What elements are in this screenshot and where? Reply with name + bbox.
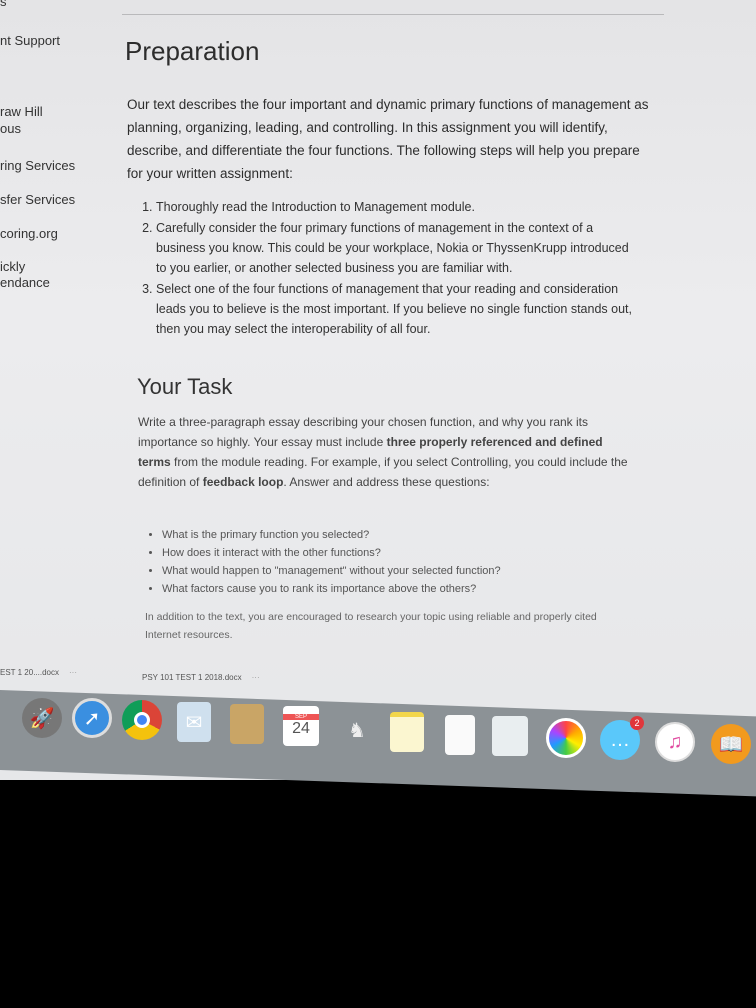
questions-list: What is the primary function you selecte… bbox=[148, 526, 598, 598]
notes-icon[interactable] bbox=[390, 712, 424, 752]
messages-icon[interactable]: … 2 bbox=[600, 716, 644, 760]
photos-icon[interactable] bbox=[546, 718, 586, 758]
steps-list: Thoroughly read the Introduction to Mana… bbox=[136, 197, 636, 340]
preview-icon[interactable] bbox=[492, 716, 528, 756]
footer-note: In addition to the text, you are encoura… bbox=[145, 611, 597, 641]
question-item: What factors cause you to rank its impor… bbox=[162, 580, 598, 598]
download-item[interactable]: PSY 101 TEST 1 2018.docx ··· bbox=[142, 673, 260, 682]
step-item: Carefully consider the four primary func… bbox=[156, 218, 636, 278]
task-title: Your Task bbox=[137, 374, 233, 399]
sidebar-item-attendance[interactable]: endance bbox=[0, 275, 50, 291]
reminders-icon[interactable] bbox=[445, 715, 475, 755]
step-item: Select one of the four functions of mana… bbox=[156, 279, 636, 339]
calendar-icon[interactable]: SEP 24 bbox=[283, 706, 319, 746]
more-icon[interactable]: ··· bbox=[252, 673, 260, 682]
task-bold-feedback: feedback loop bbox=[202, 475, 284, 489]
messages-badge: 2 bbox=[630, 716, 644, 730]
launchpad-icon[interactable]: 🚀 bbox=[22, 698, 62, 738]
download-name: EST 1 20....docx bbox=[0, 668, 59, 677]
more-icon[interactable]: ··· bbox=[69, 668, 77, 677]
question-item: What is the primary function you selecte… bbox=[162, 526, 598, 544]
dock bbox=[0, 690, 756, 797]
sidebar-item-mcgraw-hill[interactable]: raw Hill bbox=[0, 104, 43, 120]
itunes-icon[interactable]: ♫ bbox=[655, 722, 695, 762]
ibooks-icon[interactable]: 📖 bbox=[711, 724, 751, 764]
download-name: PSY 101 TEST 1 2018.docx bbox=[142, 673, 242, 682]
task-text: Write a three-paragraph essay describing… bbox=[138, 412, 633, 492]
sidebar-item-tutoring[interactable]: ring Services bbox=[0, 158, 75, 174]
sidebar-item-mcgraw-hill-2[interactable]: ous bbox=[0, 121, 21, 137]
question-item: What would happen to "management" withou… bbox=[162, 562, 598, 580]
chess-icon[interactable]: ♞ bbox=[337, 710, 377, 750]
screen: s nt Support raw Hill ous ring Services … bbox=[0, 0, 756, 797]
download-item[interactable]: EST 1 20....docx ··· bbox=[0, 668, 77, 677]
chrome-icon[interactable] bbox=[122, 700, 162, 740]
contacts-icon[interactable] bbox=[230, 704, 264, 744]
question-item: How does it interact with the other func… bbox=[162, 544, 598, 562]
mail-icon[interactable]: ✉ bbox=[177, 702, 211, 742]
task-text-3: . Answer and address these questions: bbox=[283, 475, 490, 489]
sidebar-item-transfer[interactable]: sfer Services bbox=[0, 192, 75, 208]
intro-text: Our text describes the four important an… bbox=[127, 97, 649, 181]
sidebar-item-quickly[interactable]: ickly bbox=[0, 259, 25, 275]
divider bbox=[122, 14, 664, 15]
sidebar-item-support[interactable]: nt Support bbox=[0, 33, 60, 49]
sidebar-item[interactable]: s bbox=[0, 0, 7, 10]
page-title: Preparation bbox=[125, 36, 260, 66]
step-item: Thoroughly read the Introduction to Mana… bbox=[156, 197, 636, 217]
sidebar-item-tutoring-org[interactable]: coring.org bbox=[0, 226, 58, 242]
safari-icon[interactable]: ➚ bbox=[72, 698, 112, 738]
calendar-day: 24 bbox=[292, 720, 310, 737]
